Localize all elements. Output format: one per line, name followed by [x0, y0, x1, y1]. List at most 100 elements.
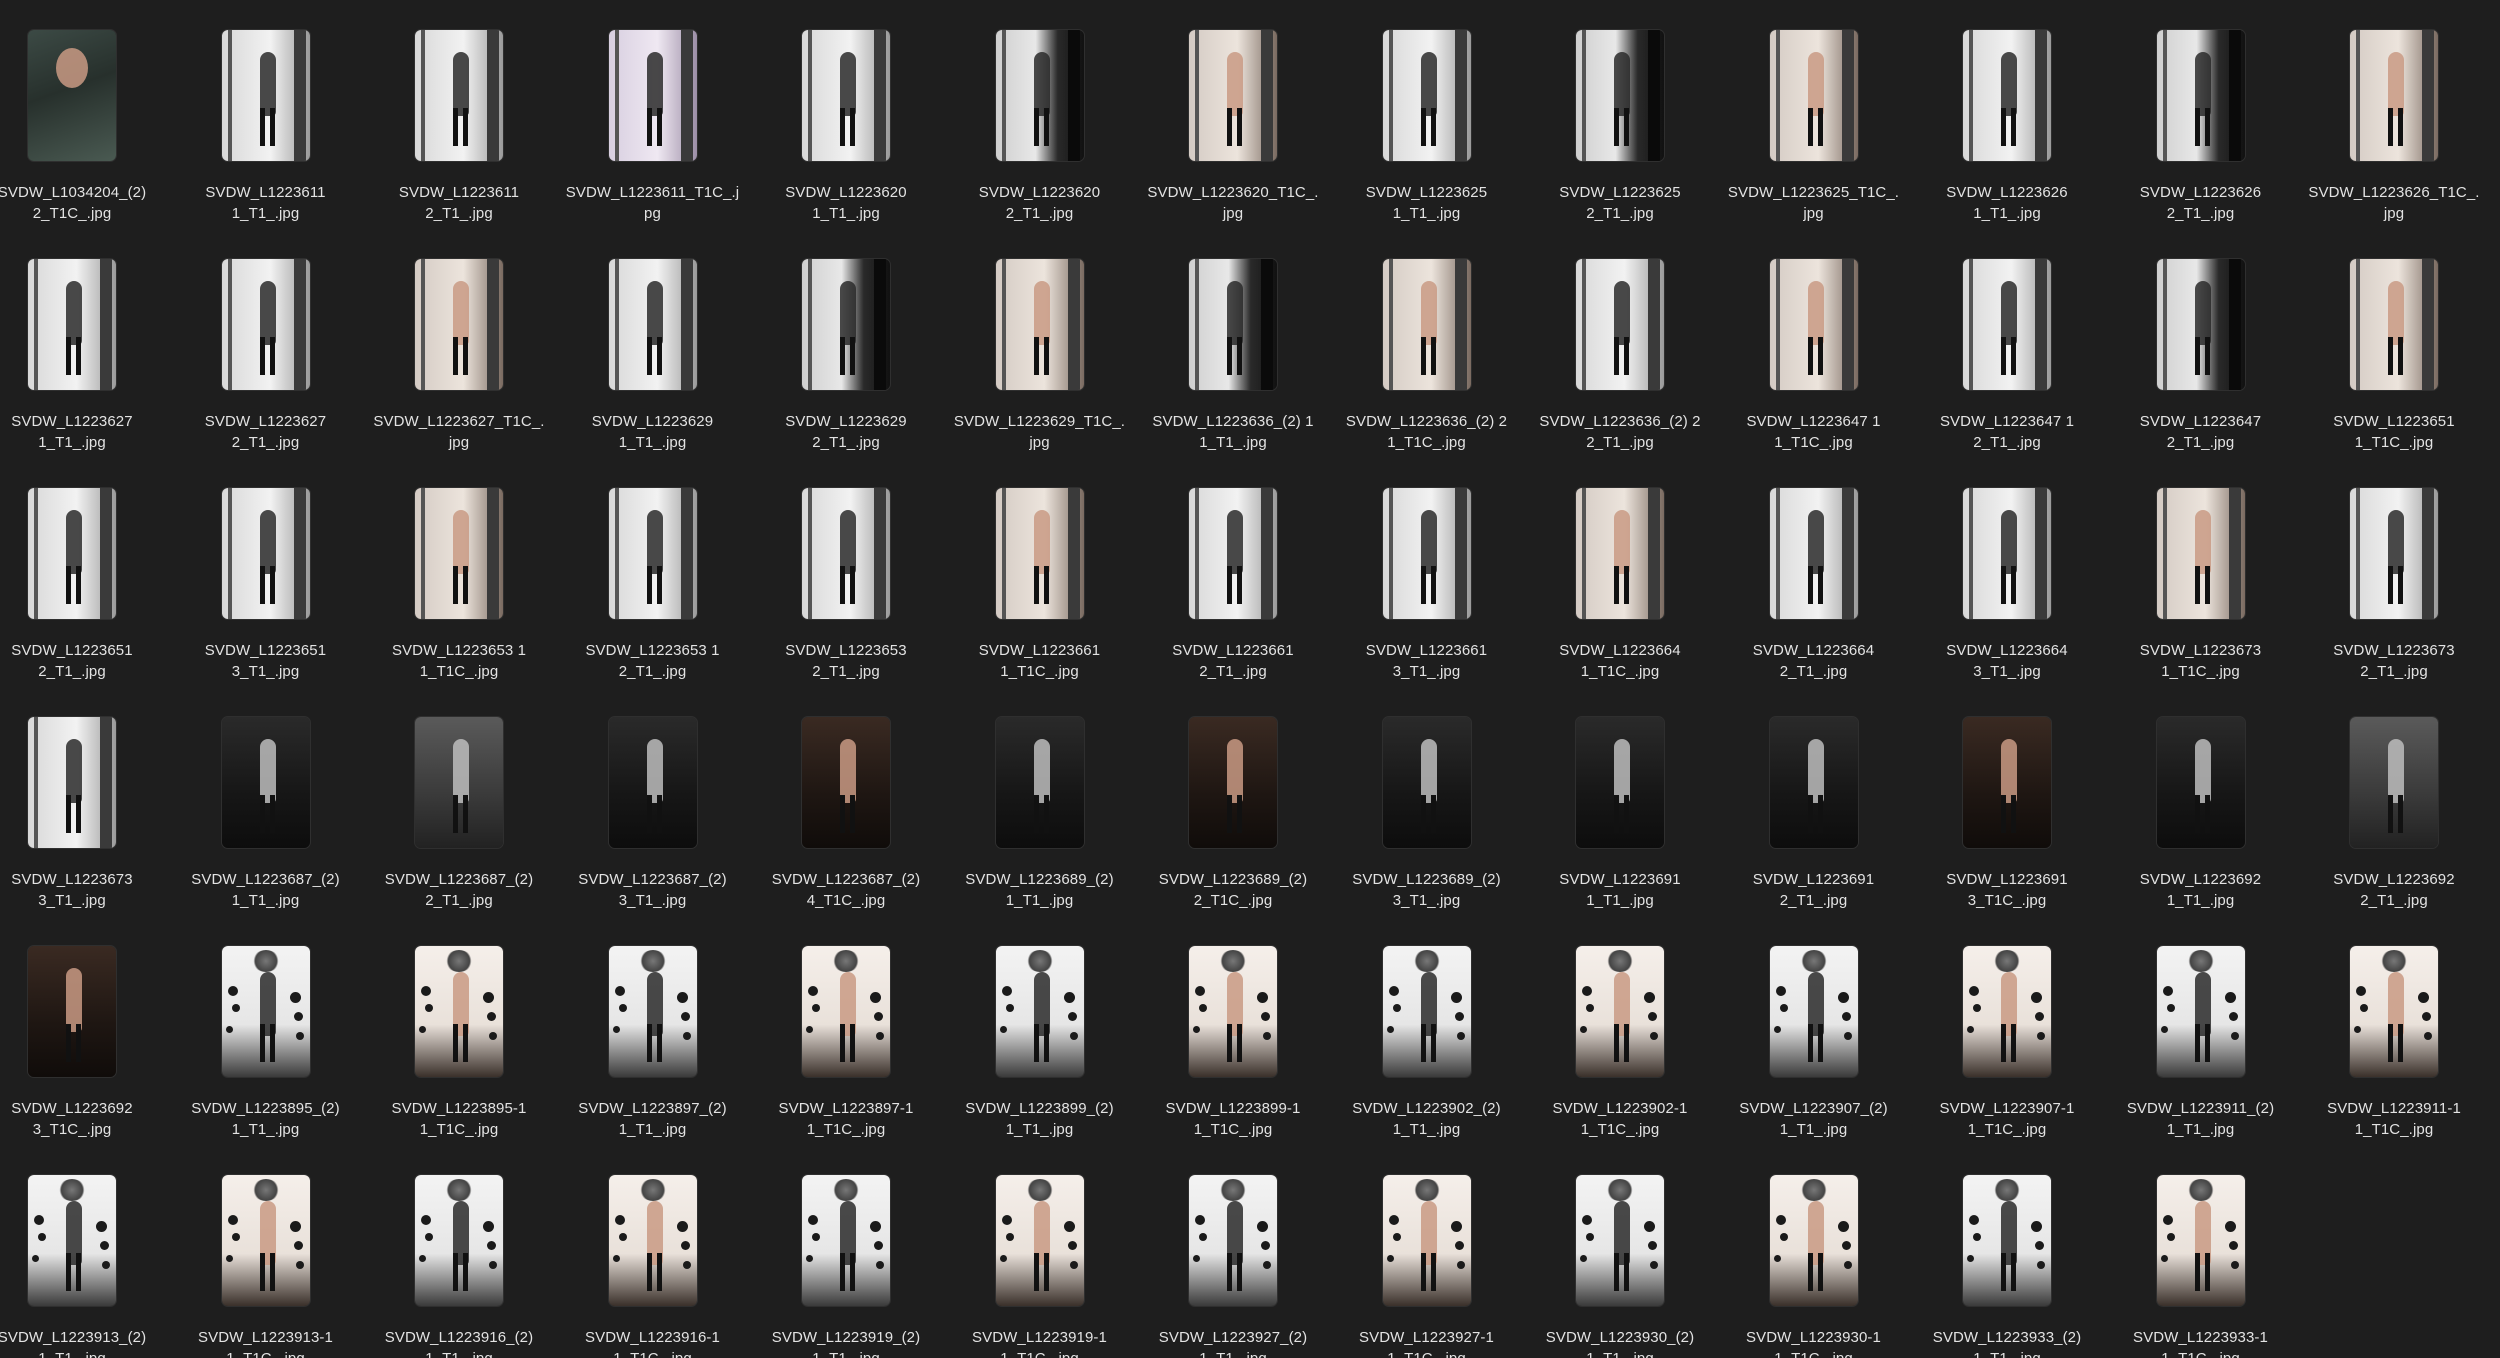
file-thumbnail[interactable]: [1963, 30, 2051, 161]
file-item[interactable]: SVDW_L1034204_(2) 2_T1C_.jpg: [0, 0, 167, 222]
file-thumbnail[interactable]: [1769, 1175, 1858, 1306]
file-item[interactable]: SVDW_L1223933_(2) 1_T1_.jpg: [1912, 1145, 2102, 1358]
file-item[interactable]: SVDW_L1223907_(2) 1_T1_.jpg: [1719, 916, 1909, 1138]
file-thumbnail[interactable]: [28, 946, 116, 1077]
file-item[interactable]: SVDW_L1223664 3_T1_.jpg: [1912, 458, 2102, 680]
file-item[interactable]: SVDW_L1223653 1 2_T1_.jpg: [558, 458, 748, 680]
file-thumbnail[interactable]: [1189, 30, 1277, 161]
file-thumbnail[interactable]: [415, 946, 503, 1077]
file-thumbnail[interactable]: [221, 488, 310, 619]
file-item[interactable]: SVDW_L1223620_T1C_. jpg: [1138, 0, 1328, 222]
file-item[interactable]: SVDW_L1223661 2_T1_.jpg: [1138, 458, 1328, 680]
file-thumbnail[interactable]: [1189, 946, 1277, 1077]
file-thumbnail[interactable]: [1382, 488, 1471, 619]
file-item[interactable]: SVDW_L1223895-1 1_T1C_.jpg: [364, 916, 554, 1138]
file-item[interactable]: SVDW_L1223611 1_T1_.jpg: [171, 0, 361, 222]
file-thumbnail[interactable]: [221, 946, 310, 1077]
file-item[interactable]: SVDW_L1223692 3_T1C_.jpg: [0, 916, 167, 1138]
file-thumbnail[interactable]: [995, 946, 1084, 1077]
file-item[interactable]: SVDW_L1223895_(2) 1_T1_.jpg: [171, 916, 361, 1138]
file-thumbnail[interactable]: [608, 1175, 697, 1306]
file-item[interactable]: SVDW_L1223913_(2) 1_T1_.jpg: [0, 1145, 167, 1358]
file-thumbnail[interactable]: [415, 488, 503, 619]
file-thumbnail[interactable]: [28, 1175, 116, 1306]
file-thumbnail[interactable]: [1189, 717, 1277, 848]
file-item[interactable]: SVDW_L1223933-1 1_T1C_.jpg: [2106, 1145, 2296, 1358]
file-thumbnail[interactable]: [2156, 30, 2245, 161]
file-thumbnail[interactable]: [1576, 259, 1664, 390]
file-thumbnail[interactable]: [995, 30, 1084, 161]
file-item[interactable]: SVDW_L1223636_(2) 1 1_T1_.jpg: [1138, 229, 1328, 451]
file-thumbnail[interactable]: [1963, 259, 2051, 390]
file-thumbnail[interactable]: [1189, 488, 1277, 619]
file-item[interactable]: SVDW_L1223899_(2) 1_T1_.jpg: [945, 916, 1135, 1138]
file-thumbnail[interactable]: [2156, 259, 2245, 390]
file-item[interactable]: SVDW_L1223907-1 1_T1C_.jpg: [1912, 916, 2102, 1138]
file-thumbnail[interactable]: [608, 488, 697, 619]
file-thumbnail[interactable]: [802, 717, 890, 848]
file-thumbnail[interactable]: [221, 717, 310, 848]
file-item[interactable]: SVDW_L1223627 2_T1_.jpg: [171, 229, 361, 451]
file-thumbnail[interactable]: [2350, 259, 2438, 390]
file-item[interactable]: SVDW_L1223620 1_T1_.jpg: [751, 0, 941, 222]
file-item[interactable]: SVDW_L1223691 1_T1_.jpg: [1525, 687, 1715, 909]
file-thumbnail[interactable]: [2156, 946, 2245, 1077]
file-item[interactable]: SVDW_L1223653 1 1_T1C_.jpg: [364, 458, 554, 680]
file-item[interactable]: SVDW_L1223661 1_T1C_.jpg: [945, 458, 1135, 680]
file-item[interactable]: SVDW_L1223625 2_T1_.jpg: [1525, 0, 1715, 222]
file-item[interactable]: SVDW_L1223647 1 1_T1C_.jpg: [1719, 229, 1909, 451]
file-thumbnail[interactable]: [1382, 1175, 1471, 1306]
file-thumbnail[interactable]: [802, 30, 890, 161]
file-thumbnail[interactable]: [2350, 946, 2438, 1077]
file-thumbnail[interactable]: [415, 259, 503, 390]
file-item[interactable]: SVDW_L1223916-1 1_T1C_.jpg: [558, 1145, 748, 1358]
file-item[interactable]: SVDW_L1223897_(2) 1_T1_.jpg: [558, 916, 748, 1138]
file-thumbnail[interactable]: [608, 946, 697, 1077]
file-item[interactable]: SVDW_L1223673 2_T1_.jpg: [2299, 458, 2489, 680]
file-thumbnail[interactable]: [28, 717, 116, 848]
file-thumbnail[interactable]: [1769, 946, 1858, 1077]
file-thumbnail[interactable]: [995, 1175, 1084, 1306]
file-item[interactable]: SVDW_L1223627_T1C_. jpg: [364, 229, 554, 451]
file-item[interactable]: SVDW_L1223647 2_T1_.jpg: [2106, 229, 2296, 451]
file-thumbnail[interactable]: [995, 717, 1084, 848]
file-item[interactable]: SVDW_L1223661 3_T1_.jpg: [1332, 458, 1522, 680]
file-item[interactable]: SVDW_L1223692 1_T1_.jpg: [2106, 687, 2296, 909]
file-item[interactable]: SVDW_L1223930_(2) 1_T1_.jpg: [1525, 1145, 1715, 1358]
file-thumbnail[interactable]: [2350, 30, 2438, 161]
file-item[interactable]: SVDW_L1223625 1_T1_.jpg: [1332, 0, 1522, 222]
file-thumbnail[interactable]: [995, 488, 1084, 619]
file-thumbnail[interactable]: [415, 1175, 503, 1306]
file-thumbnail[interactable]: [1769, 30, 1858, 161]
file-item[interactable]: SVDW_L1223626 2_T1_.jpg: [2106, 0, 2296, 222]
file-item[interactable]: SVDW_L1223913-1 1_T1C_.jpg: [171, 1145, 361, 1358]
file-item[interactable]: SVDW_L1223664 2_T1_.jpg: [1719, 458, 1909, 680]
file-item[interactable]: SVDW_L1223687_(2) 2_T1_.jpg: [364, 687, 554, 909]
file-item[interactable]: SVDW_L1223691 2_T1_.jpg: [1719, 687, 1909, 909]
file-thumbnail[interactable]: [995, 259, 1084, 390]
file-item[interactable]: SVDW_L1223687_(2) 3_T1_.jpg: [558, 687, 748, 909]
file-thumbnail[interactable]: [415, 717, 503, 848]
file-thumbnail[interactable]: [1769, 259, 1858, 390]
file-item[interactable]: SVDW_L1223916_(2) 1_T1_.jpg: [364, 1145, 554, 1358]
file-thumbnail[interactable]: [1576, 30, 1664, 161]
file-thumbnail[interactable]: [415, 30, 503, 161]
file-item[interactable]: SVDW_L1223689_(2) 3_T1_.jpg: [1332, 687, 1522, 909]
file-item[interactable]: SVDW_L1223647 1 2_T1_.jpg: [1912, 229, 2102, 451]
file-item[interactable]: SVDW_L1223626_T1C_. jpg: [2299, 0, 2489, 222]
file-thumbnail[interactable]: [1963, 946, 2051, 1077]
file-thumbnail[interactable]: [802, 259, 890, 390]
file-item[interactable]: SVDW_L1223911_(2) 1_T1_.jpg: [2106, 916, 2296, 1138]
file-thumbnail[interactable]: [1963, 488, 2051, 619]
file-thumbnail[interactable]: [608, 717, 697, 848]
file-thumbnail[interactable]: [1189, 1175, 1277, 1306]
file-item[interactable]: SVDW_L1223611_T1C_.j pg: [558, 0, 748, 222]
file-thumbnail[interactable]: [2156, 1175, 2245, 1306]
file-thumbnail[interactable]: [2350, 488, 2438, 619]
file-item[interactable]: SVDW_L1223629_T1C_. jpg: [945, 229, 1135, 451]
file-thumbnail[interactable]: [1769, 488, 1858, 619]
file-thumbnail[interactable]: [2350, 717, 2438, 848]
file-item[interactable]: SVDW_L1223911-1 1_T1C_.jpg: [2299, 916, 2489, 1138]
file-item[interactable]: SVDW_L1223687_(2) 4_T1C_.jpg: [751, 687, 941, 909]
file-thumbnail[interactable]: [2156, 717, 2245, 848]
